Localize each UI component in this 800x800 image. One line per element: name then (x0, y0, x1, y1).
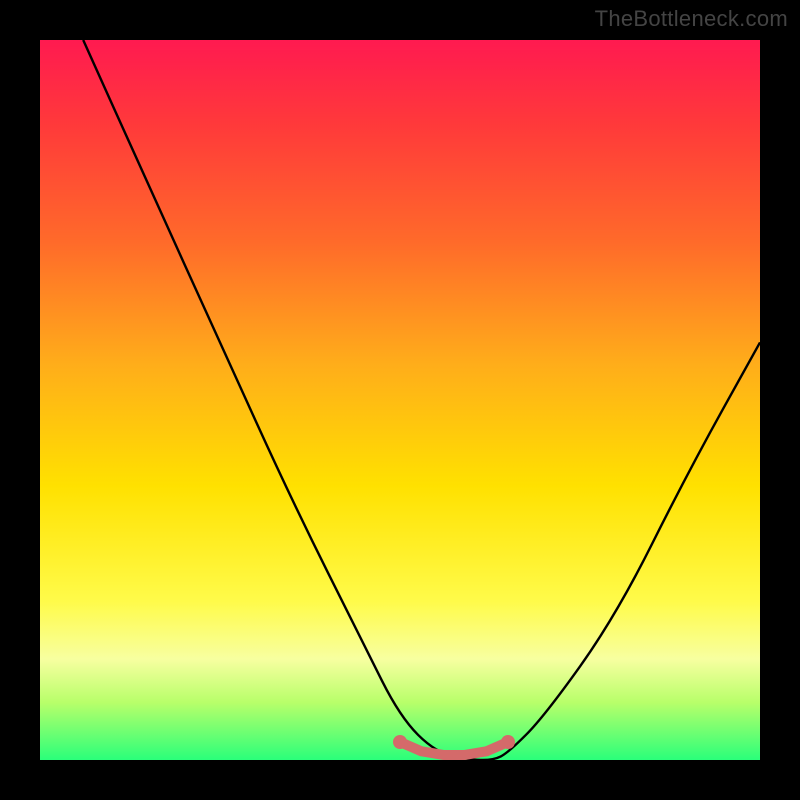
optimal-region-line (400, 742, 508, 755)
optimal-region-endpoint (501, 735, 515, 749)
optimal-region-endpoint (393, 735, 407, 749)
optimal-region (393, 735, 515, 755)
attribution-text: TheBottleneck.com (595, 6, 788, 32)
bottleneck-curve (83, 40, 760, 760)
plot-area (40, 40, 760, 760)
chart-frame: TheBottleneck.com (0, 0, 800, 800)
curve-layer (40, 40, 760, 760)
